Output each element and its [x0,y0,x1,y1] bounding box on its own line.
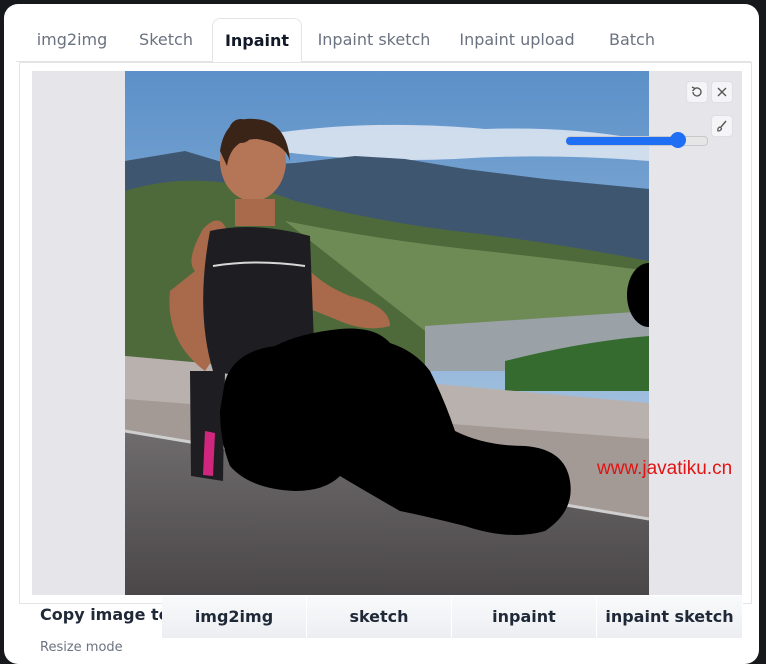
slider-fill [566,137,678,145]
watermark: www.javatiku.cn [597,458,733,479]
tab-bar: img2img Sketch Inpaint Inpaint sketch In… [16,18,751,64]
inpaint-editor [19,62,752,604]
copy-image-label: Copy image to: [40,605,177,624]
tab-inpaint-sketch[interactable]: Inpaint sketch [310,18,438,61]
undo-icon [691,86,702,97]
tab-inpaint-upload[interactable]: Inpaint upload [452,18,582,61]
tab-sketch[interactable]: Sketch [130,18,202,61]
brush-icon [717,120,727,132]
tab-inpaint[interactable]: Inpaint [212,18,302,64]
copy-to-inpaint-button[interactable]: inpaint [452,596,597,638]
inpaint-image[interactable] [125,71,649,595]
copy-image-row: Copy image to: img2img sketch inpaint in… [28,594,746,638]
undo-button[interactable] [686,81,708,103]
tab-img2img[interactable]: img2img [22,18,122,61]
clear-button[interactable] [711,81,733,103]
copy-to-sketch-button[interactable]: sketch [307,596,452,638]
copy-to-inpaint-sketch-button[interactable]: inpaint sketch [597,596,743,638]
slider-thumb[interactable] [670,132,686,148]
close-icon [717,87,727,97]
canvas-area [32,71,742,595]
brush-size-slider[interactable] [566,132,708,148]
copy-to-img2img-button[interactable]: img2img [162,596,307,638]
tab-batch[interactable]: Batch [596,18,668,61]
photo-canvas [125,71,649,595]
brush-button[interactable] [711,115,733,137]
resize-mode-label: Resize mode [40,640,123,655]
